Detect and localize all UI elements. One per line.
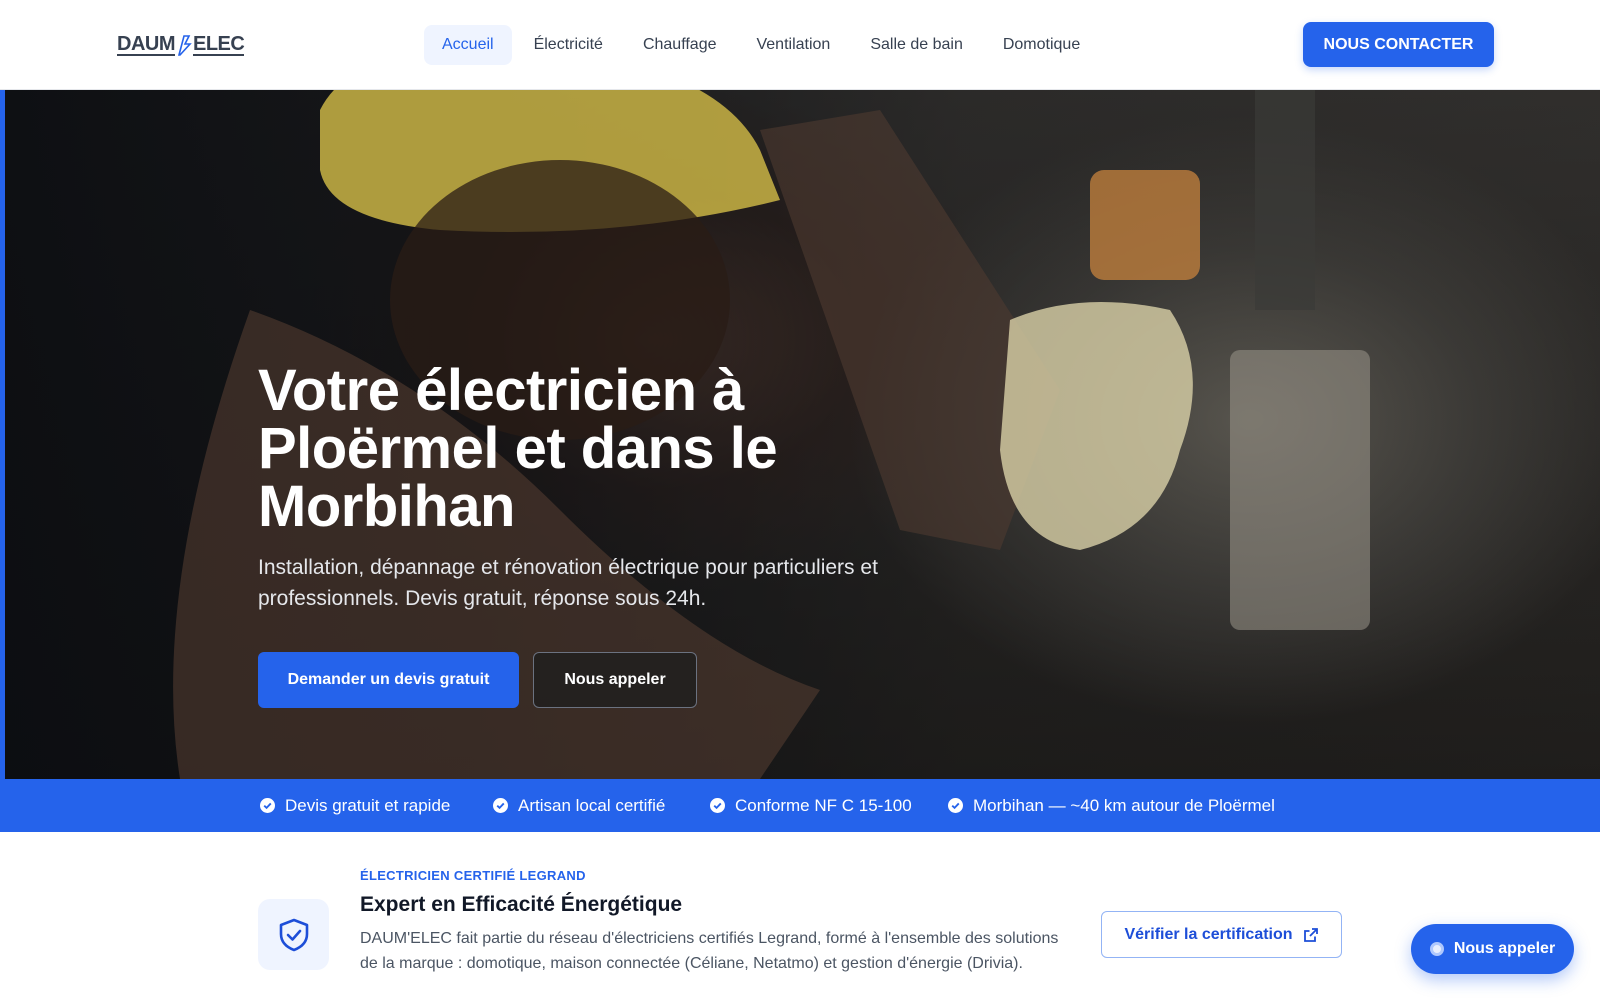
contact-button[interactable]: NOUS CONTACTER bbox=[1303, 22, 1494, 67]
certification-section: ÉLECTRICIEN CERTIFIÉ LEGRAND Expert en E… bbox=[0, 832, 1600, 1000]
hero-title: Votre électricien à Ploërmel et dans le … bbox=[258, 358, 778, 539]
nav-item-salle-de-bain[interactable]: Salle de bain bbox=[852, 25, 981, 65]
verify-certification-label: Vérifier la certification bbox=[1124, 925, 1293, 943]
site-header: DAUM ELEC Accueil Électricité Chauffage … bbox=[0, 0, 1600, 90]
nav-item-chauffage[interactable]: Chauffage bbox=[625, 25, 735, 65]
check-circle-icon bbox=[710, 798, 725, 813]
nav-item-accueil[interactable]: Accueil bbox=[424, 25, 512, 65]
certification-description: DAUM'ELEC fait partie du réseau d'électr… bbox=[360, 930, 1059, 972]
verify-certification-button[interactable]: Vérifier la certification bbox=[1101, 911, 1342, 958]
check-circle-icon bbox=[493, 798, 508, 813]
trust-item-label: Artisan local certifié bbox=[518, 795, 666, 815]
certification-eyebrow: ÉLECTRICIEN CERTIFIÉ LEGRAND bbox=[360, 868, 586, 883]
certification-title: Expert en Efficacité Énergétique bbox=[360, 893, 683, 916]
shield-check-icon bbox=[279, 918, 308, 951]
certification-badge bbox=[258, 899, 329, 970]
logo-text-left: DAUM bbox=[117, 33, 176, 56]
hero-section: Votre électricien à Ploërmel et dans le … bbox=[0, 90, 1600, 779]
site-logo[interactable]: DAUM ELEC bbox=[117, 31, 245, 59]
nav-item-electricite[interactable]: Électricité bbox=[516, 25, 621, 65]
check-circle-icon bbox=[260, 798, 275, 813]
main-nav: Accueil Électricité Chauffage Ventilatio… bbox=[424, 25, 1102, 65]
trust-item: Artisan local certifié bbox=[493, 779, 665, 832]
check-circle-icon bbox=[948, 798, 963, 813]
trust-item: Morbihan — ~40 km autour de Ploërmel bbox=[948, 779, 1275, 832]
trust-item-label: Morbihan — ~40 km autour de Ploërmel bbox=[973, 795, 1275, 815]
trust-item: Devis gratuit et rapide bbox=[260, 779, 450, 832]
call-us-button[interactable]: Nous appeler bbox=[533, 652, 697, 708]
nav-item-ventilation[interactable]: Ventilation bbox=[738, 25, 848, 65]
floating-call-button[interactable]: Nous appeler bbox=[1411, 924, 1574, 974]
hero-subtitle: Installation, dépannage et rénovation él… bbox=[258, 556, 878, 610]
trust-item-label: Conforme NF C 15-100 bbox=[735, 795, 912, 815]
hero-accent-bar bbox=[0, 90, 5, 779]
floating-call-label: Nous appeler bbox=[1453, 940, 1556, 957]
trust-item: Conforme NF C 15-100 bbox=[710, 779, 912, 832]
trust-bar: Devis gratuit et rapide Artisan local ce… bbox=[0, 779, 1600, 832]
logo-text-right: ELEC bbox=[193, 33, 245, 56]
status-dot-icon bbox=[1429, 942, 1444, 956]
nav-item-domotique[interactable]: Domotique bbox=[985, 25, 1098, 65]
external-link-icon bbox=[1303, 927, 1318, 942]
lightning-bolt-icon bbox=[177, 35, 192, 56]
request-quote-button[interactable]: Demander un devis gratuit bbox=[258, 652, 519, 708]
trust-item-label: Devis gratuit et rapide bbox=[285, 795, 451, 815]
